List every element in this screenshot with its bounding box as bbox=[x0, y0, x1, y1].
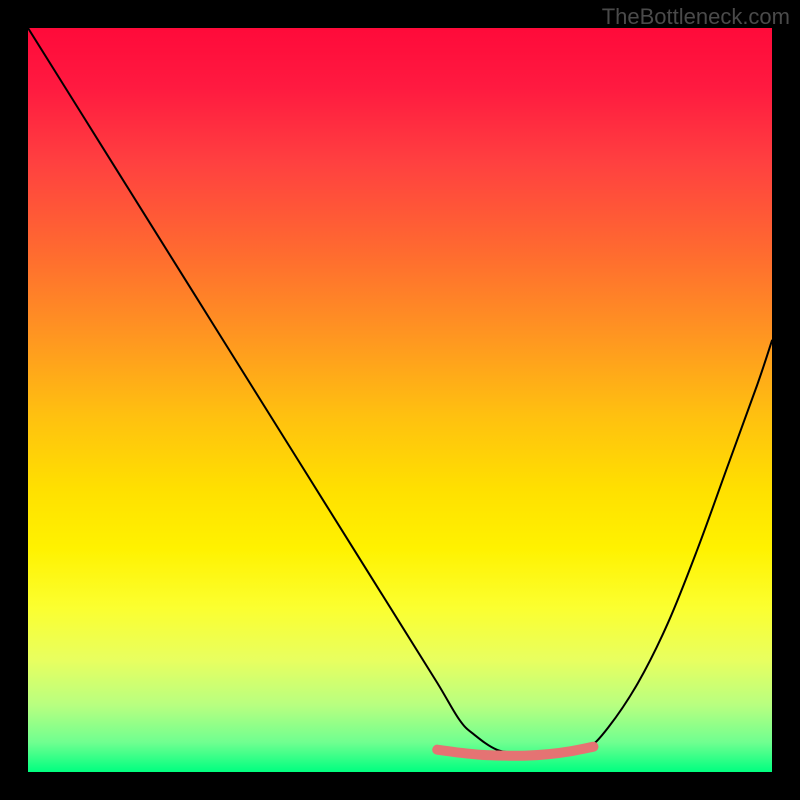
chart-container: TheBottleneck.com bbox=[0, 0, 800, 800]
watermark-text: TheBottleneck.com bbox=[602, 4, 790, 30]
plot-area bbox=[28, 28, 772, 772]
curve-svg bbox=[28, 28, 772, 772]
bottleneck-curve-line bbox=[28, 28, 772, 757]
bottom-highlight-line bbox=[437, 747, 593, 756]
